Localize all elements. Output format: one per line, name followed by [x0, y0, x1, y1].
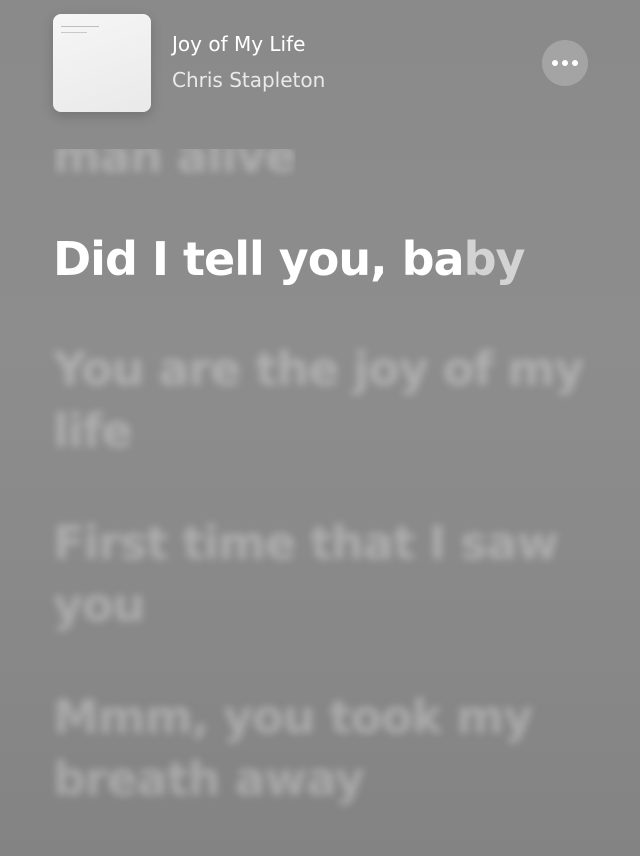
track-title[interactable]: Joy of My Life [172, 32, 305, 56]
now-playing-header: Joy of My Life Chris Stapleton [0, 0, 640, 125]
lyric-line-previous[interactable]: man alive [53, 149, 296, 187]
lyric-line-current[interactable]: Did I tell you, baby [53, 228, 526, 290]
ellipsis-icon [562, 60, 568, 66]
lyric-line-upcoming[interactable]: Mmm, you took my breath away [53, 686, 598, 810]
more-options-button[interactable] [542, 40, 588, 86]
lyric-current-unsung: by [463, 232, 526, 286]
ellipsis-icon [552, 60, 558, 66]
lyrics-screen: Joy of My Life Chris Stapleton man alive… [0, 0, 640, 856]
lyric-current-sung: Did I tell you, ba [53, 232, 465, 286]
album-artwork[interactable] [53, 14, 151, 112]
artwork-text-mark [61, 32, 87, 33]
lyric-line-upcoming[interactable]: First time that I saw you [53, 512, 598, 636]
artwork-text-mark [61, 26, 99, 27]
lyric-line-upcoming[interactable]: You are the joy of my life [53, 338, 598, 462]
track-artist[interactable]: Chris Stapleton [172, 68, 325, 92]
ellipsis-icon [572, 60, 578, 66]
